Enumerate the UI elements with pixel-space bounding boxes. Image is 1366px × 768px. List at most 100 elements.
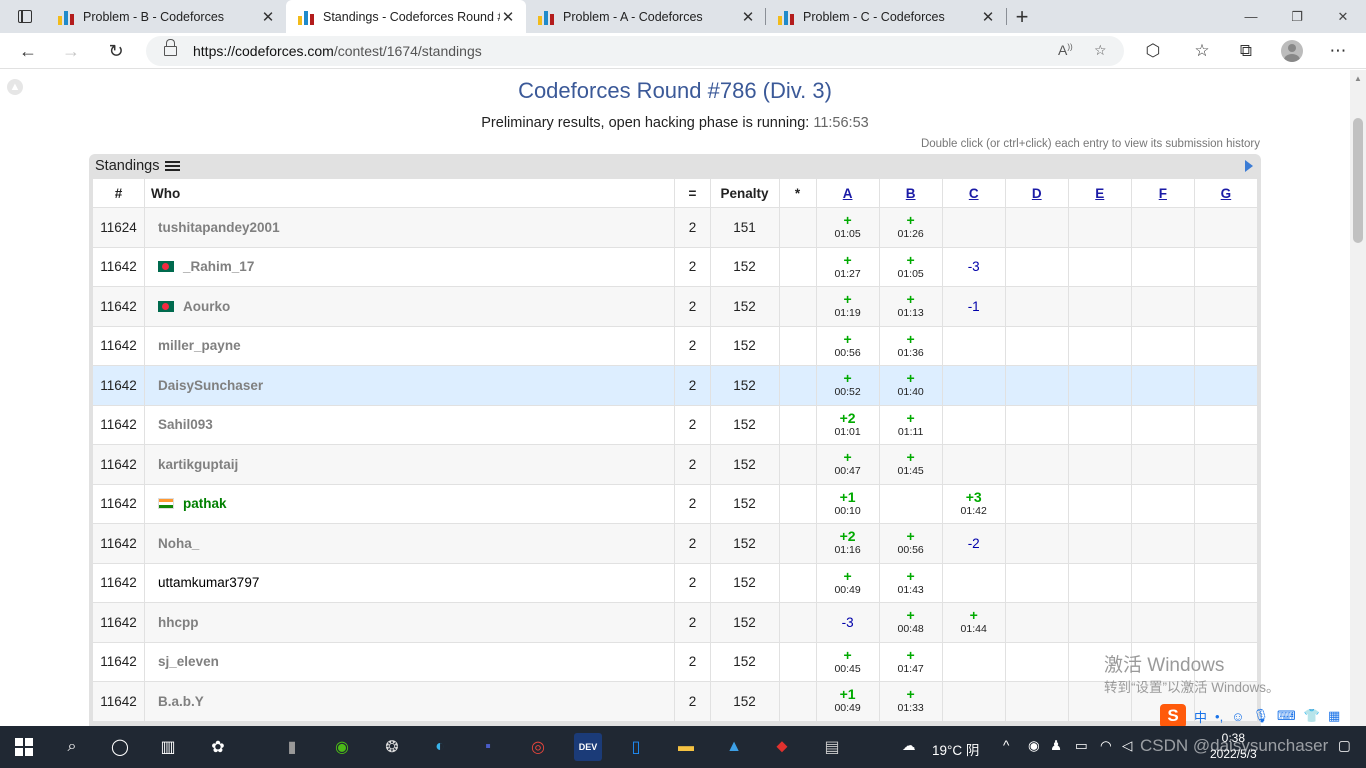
ime-emoji-icon[interactable]: ☺ bbox=[1231, 709, 1244, 724]
problem-b-cell[interactable]: +00:56 bbox=[878, 523, 943, 564]
close-icon[interactable]: ✕ bbox=[980, 8, 996, 26]
close-icon[interactable]: ✕ bbox=[500, 8, 516, 26]
participant-cell[interactable]: miller_payne bbox=[144, 325, 676, 366]
participant-cell[interactable]: hhcpp bbox=[144, 602, 676, 643]
problem-c-cell[interactable]: +01:44 bbox=[941, 602, 1006, 643]
col-problem-a[interactable]: A bbox=[815, 178, 880, 208]
problem-g-cell[interactable] bbox=[1193, 602, 1259, 643]
problem-e-cell[interactable] bbox=[1067, 286, 1132, 327]
problem-a-cell[interactable]: +1 00:10 bbox=[815, 483, 880, 524]
ime-skin-icon[interactable]: 👕 bbox=[1304, 708, 1320, 724]
problem-b-cell[interactable]: +01:33 bbox=[878, 681, 943, 722]
ime-menu-icon[interactable]: ▦ bbox=[1328, 708, 1340, 724]
problem-d-cell[interactable] bbox=[1004, 483, 1069, 524]
problem-f-cell[interactable] bbox=[1130, 246, 1195, 287]
participant-handle[interactable]: Noha_ bbox=[158, 536, 199, 551]
problem-e-cell[interactable] bbox=[1067, 207, 1132, 248]
participant-cell[interactable]: pathak bbox=[144, 483, 676, 524]
notifications-icon[interactable]: ▢ bbox=[1338, 738, 1351, 754]
problem-g-cell[interactable] bbox=[1193, 483, 1259, 524]
lock-icon[interactable] bbox=[164, 39, 177, 56]
pinwheel-app-icon[interactable]: ✿ bbox=[204, 733, 232, 761]
collections-icon[interactable]: ⧉ bbox=[1231, 36, 1261, 66]
edge-browser-icon[interactable]: ◐ bbox=[426, 733, 454, 761]
problem-e-cell[interactable] bbox=[1067, 483, 1132, 524]
problem-a-cell[interactable]: +01:27 bbox=[815, 246, 880, 287]
problem-g-cell[interactable] bbox=[1193, 404, 1259, 445]
participant-handle[interactable]: pathak bbox=[183, 496, 227, 511]
problem-f-cell[interactable] bbox=[1130, 404, 1195, 445]
photos-app-icon[interactable]: ▲ bbox=[720, 733, 748, 761]
problem-a-cell[interactable]: +00:52 bbox=[815, 365, 880, 406]
problem-a-cell[interactable]: +00:49 bbox=[815, 562, 880, 603]
ime-punct-icon[interactable]: •, bbox=[1215, 709, 1223, 724]
problem-g-cell[interactable] bbox=[1193, 207, 1259, 248]
problem-e-cell[interactable] bbox=[1067, 562, 1132, 603]
profile-avatar-icon[interactable] bbox=[1277, 36, 1307, 66]
problem-c-cell[interactable] bbox=[941, 562, 1006, 603]
pdf-reader-icon[interactable]: ⬥ bbox=[768, 733, 796, 761]
problem-c-cell[interactable] bbox=[941, 404, 1006, 445]
participant-cell[interactable]: sj_eleven bbox=[144, 641, 676, 682]
participant-cell[interactable]: Sahil093 bbox=[144, 404, 676, 445]
problem-f-cell[interactable] bbox=[1130, 365, 1195, 406]
problem-b-cell[interactable]: +01:26 bbox=[878, 207, 943, 248]
problem-g-cell[interactable] bbox=[1193, 286, 1259, 327]
problem-d-cell[interactable] bbox=[1004, 444, 1069, 485]
problem-b-cell[interactable]: +01:40 bbox=[878, 365, 943, 406]
sogou-ime-icon[interactable]: S bbox=[1160, 704, 1186, 726]
problem-g-cell[interactable] bbox=[1193, 246, 1259, 287]
participant-handle[interactable]: hhcpp bbox=[158, 615, 199, 630]
col-problem-b[interactable]: B bbox=[878, 178, 943, 208]
volume-icon[interactable]: ◁ bbox=[1122, 738, 1132, 754]
problem-f-cell[interactable] bbox=[1130, 483, 1195, 524]
close-icon[interactable]: ✕ bbox=[740, 8, 756, 26]
start-windows-icon[interactable] bbox=[10, 733, 38, 761]
ime-toolbar[interactable]: S 中 •, ☺ 🎙 ⌨ 👕 ▦ bbox=[1160, 704, 1340, 726]
problem-d-cell[interactable] bbox=[1004, 365, 1069, 406]
address-bar[interactable]: https://codeforces.com/contest/1674/stan… bbox=[146, 36, 1124, 66]
table-row[interactable]: 11642 DaisySunchaser 2 152 +00:52 +01:40 bbox=[91, 365, 1259, 406]
tab-problem-c[interactable]: Problem - C - Codeforces ✕ bbox=[766, 0, 1006, 33]
table-row[interactable]: 11642 sj_eleven 2 152 +00:45 +01:47 bbox=[91, 641, 1259, 682]
battery-icon[interactable]: ▭ bbox=[1075, 738, 1088, 754]
problem-a-cell[interactable]: +2 01:16 bbox=[815, 523, 880, 564]
weather-text[interactable]: 19°C 阴 bbox=[932, 739, 979, 759]
problem-b-cell[interactable]: +01:05 bbox=[878, 246, 943, 287]
participant-handle[interactable]: tushitapandey2001 bbox=[158, 220, 280, 235]
problem-d-cell[interactable] bbox=[1004, 523, 1069, 564]
problem-a-cell[interactable]: +00:56 bbox=[815, 325, 880, 366]
green-app-icon[interactable]: ◉ bbox=[328, 733, 356, 761]
refresh-icon[interactable]: ↻ bbox=[100, 36, 132, 66]
problem-g-cell[interactable] bbox=[1193, 325, 1259, 366]
problem-d-cell[interactable] bbox=[1004, 286, 1069, 327]
problem-b-cell[interactable]: +01:13 bbox=[878, 286, 943, 327]
problem-e-cell[interactable] bbox=[1067, 602, 1132, 643]
problem-c-cell[interactable] bbox=[941, 681, 1006, 722]
problem-d-cell[interactable] bbox=[1004, 404, 1069, 445]
phone-app-icon[interactable]: ▯ bbox=[622, 733, 650, 761]
problem-c-cell[interactable] bbox=[941, 365, 1006, 406]
participant-handle[interactable]: Sahil093 bbox=[158, 417, 213, 432]
expand-arrow-icon[interactable] bbox=[1245, 160, 1253, 172]
problem-e-cell[interactable] bbox=[1067, 523, 1132, 564]
problem-e-cell[interactable] bbox=[1067, 365, 1132, 406]
problem-d-cell[interactable] bbox=[1004, 207, 1069, 248]
minimize-button[interactable]: — bbox=[1228, 0, 1274, 33]
table-row[interactable]: 11642 B.a.b.Y 2 152 +1 00:49 +01:33 bbox=[91, 681, 1259, 722]
more-menu-icon[interactable]: ⋯ bbox=[1323, 36, 1353, 66]
qq-icon[interactable]: ♟ bbox=[1050, 738, 1062, 754]
problem-d-cell[interactable] bbox=[1004, 681, 1069, 722]
problem-e-cell[interactable] bbox=[1067, 444, 1132, 485]
problem-b-cell[interactable]: +01:47 bbox=[878, 641, 943, 682]
problem-g-cell[interactable] bbox=[1193, 444, 1259, 485]
problem-f-cell[interactable] bbox=[1130, 523, 1195, 564]
participant-handle[interactable]: _Rahim_17 bbox=[183, 259, 254, 274]
new-tab-button[interactable]: + bbox=[1010, 0, 1034, 33]
chrome-browser-icon[interactable]: ◎ bbox=[524, 733, 552, 761]
cortana-icon[interactable]: ◯ bbox=[106, 733, 134, 761]
problem-c-cell[interactable]: -3 bbox=[941, 246, 1006, 287]
problem-e-cell[interactable] bbox=[1067, 325, 1132, 366]
table-row[interactable]: 11642 pathak 2 152 +1 00:10 +3 01:42 bbox=[91, 483, 1259, 524]
col-problem-c[interactable]: C bbox=[941, 178, 1006, 208]
